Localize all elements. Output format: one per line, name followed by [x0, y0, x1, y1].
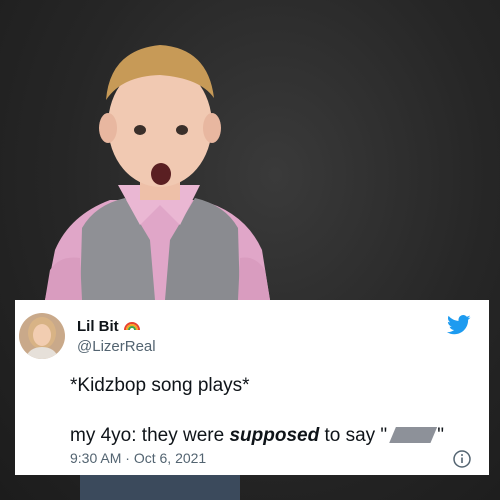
user-handle[interactable]: @LizerReal [77, 338, 156, 355]
avatar[interactable] [19, 313, 65, 359]
meta-separator: · [125, 450, 130, 466]
tweet-time: 9:30 AM [70, 450, 122, 466]
tweet-card[interactable]: Lil Bit @LizerReal *Kidzbop song plays* … [15, 300, 489, 475]
tweet-emphasis: supposed [229, 425, 320, 446]
tweet-date: Oct 6, 2021 [133, 450, 207, 466]
rainbow-icon [123, 318, 140, 335]
tweet-line-2-prefix: my 4yo: they were [70, 425, 230, 446]
tweet-line-2: my 4yo: they were supposed to say " " [70, 425, 444, 447]
tweet-line-1: *Kidzbop song plays* [70, 375, 250, 396]
child-photo [45, 45, 270, 300]
display-name-text: Lil Bit [77, 318, 119, 335]
tweet-timestamp[interactable]: 9:30 AM · Oct 6, 2021 [70, 450, 206, 466]
info-icon[interactable] [453, 450, 471, 468]
censored-word [389, 427, 438, 443]
twitter-bird-icon[interactable] [446, 315, 471, 335]
tweet-line-2-close: " [437, 425, 444, 446]
display-name[interactable]: Lil Bit [77, 318, 140, 335]
tweet-line-2-suffix: to say " [319, 425, 388, 446]
